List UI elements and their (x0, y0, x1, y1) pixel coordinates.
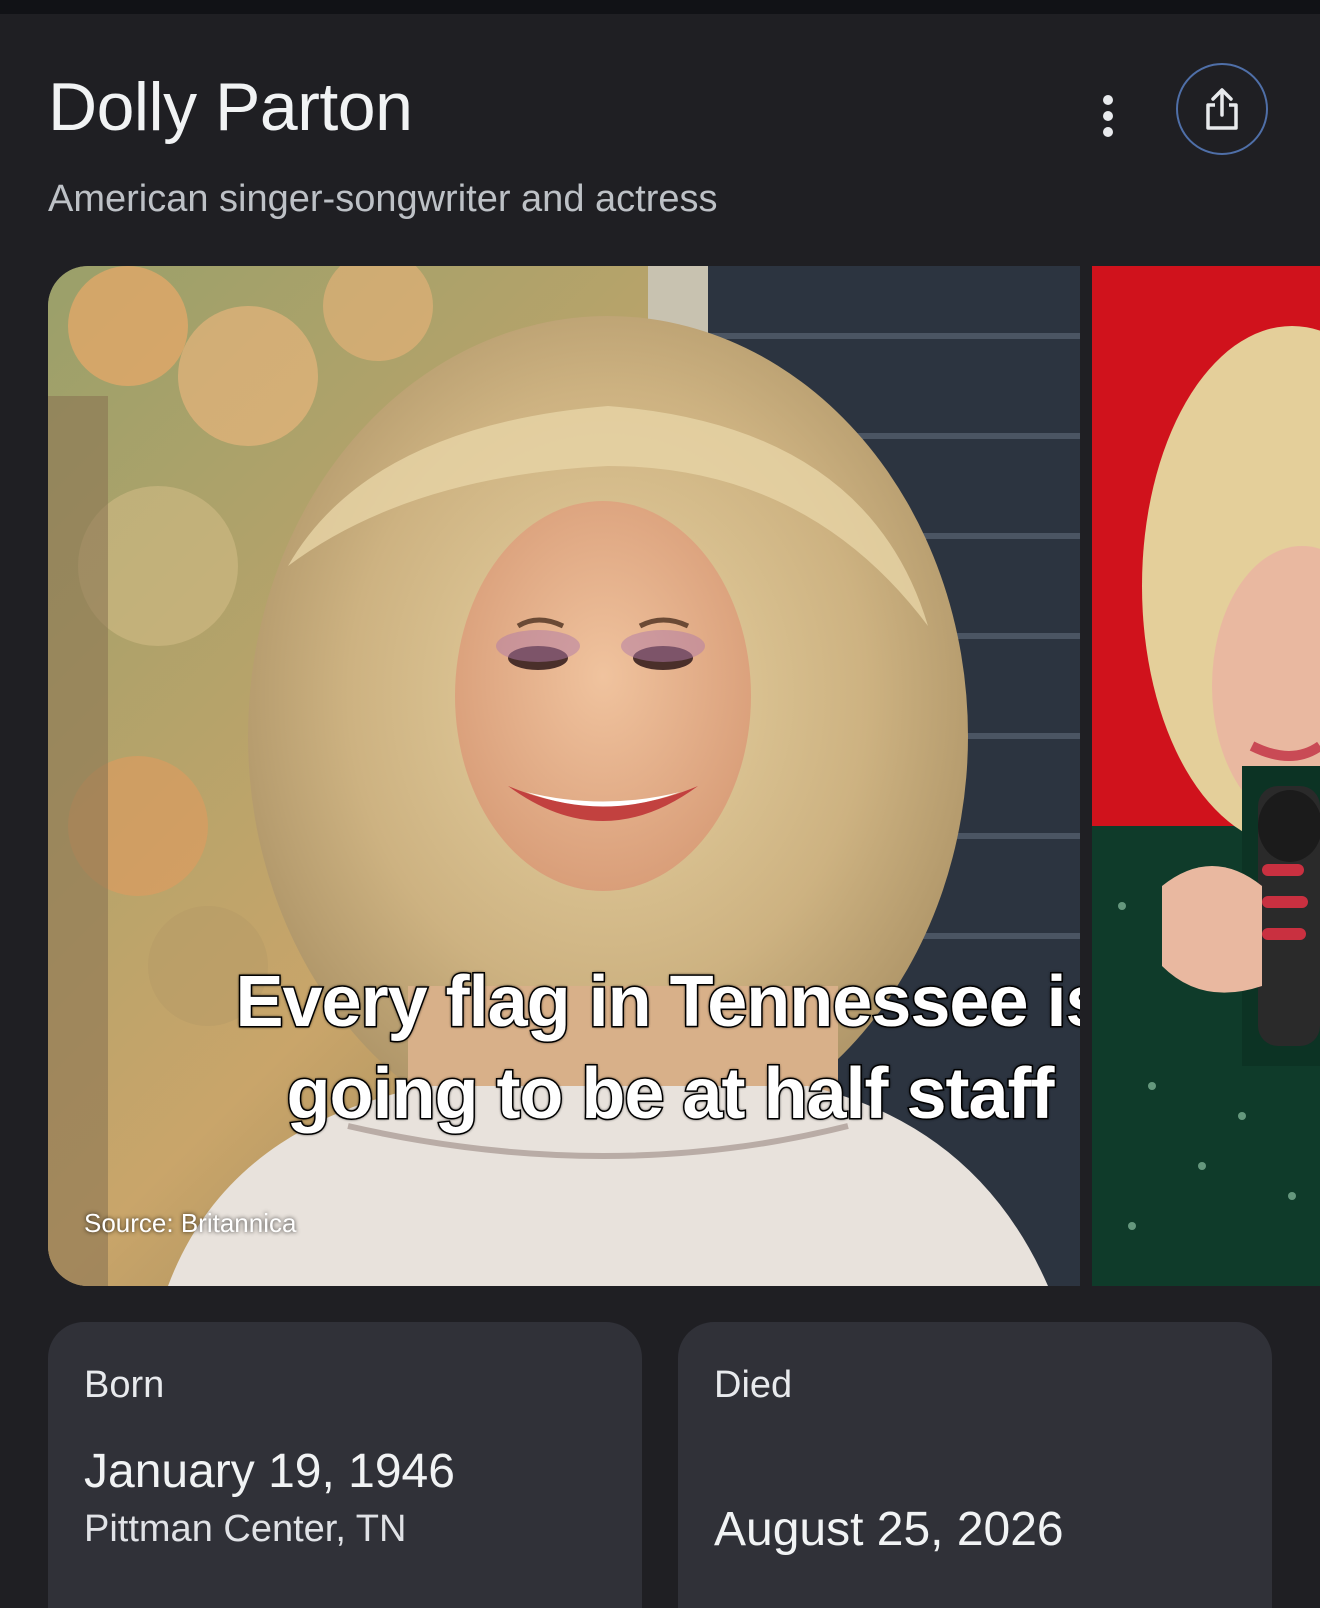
more-vert-icon (1103, 95, 1113, 137)
entity-title: Dolly Parton (48, 69, 413, 145)
status-strip (0, 0, 1320, 14)
share-icon (1206, 88, 1238, 130)
died-date: August 25, 2026 (714, 1503, 1064, 1556)
performance-image (1092, 266, 1320, 1286)
born-card[interactable]: Born January 19, 1946 Pittman Center, TN (48, 1322, 642, 1608)
image-carousel[interactable]: Every flag in Tennessee is going to be a… (48, 266, 1320, 1286)
born-label: Born (84, 1364, 165, 1406)
caption-line-2: going to be at half staff (285, 1053, 1056, 1136)
born-date: January 19, 1946 (84, 1445, 455, 1498)
born-place: Pittman Center, TN (84, 1508, 407, 1550)
caption-line-1: Every flag in Tennessee is (234, 961, 1080, 1044)
died-label: Died (714, 1364, 793, 1406)
main-photo[interactable]: Every flag in Tennessee is going to be a… (48, 266, 1080, 1286)
more-options-button[interactable] (1080, 82, 1136, 150)
died-card[interactable]: Died August 25, 2026 (678, 1322, 1272, 1608)
second-photo[interactable] (1092, 266, 1320, 1286)
share-button[interactable] (1176, 63, 1268, 155)
entity-subtitle: American singer-songwriter and actress (48, 178, 718, 220)
image-source: Source: Britannica (84, 1208, 297, 1238)
video-caption: Every flag in Tennessee is going to be a… (184, 956, 1080, 1140)
